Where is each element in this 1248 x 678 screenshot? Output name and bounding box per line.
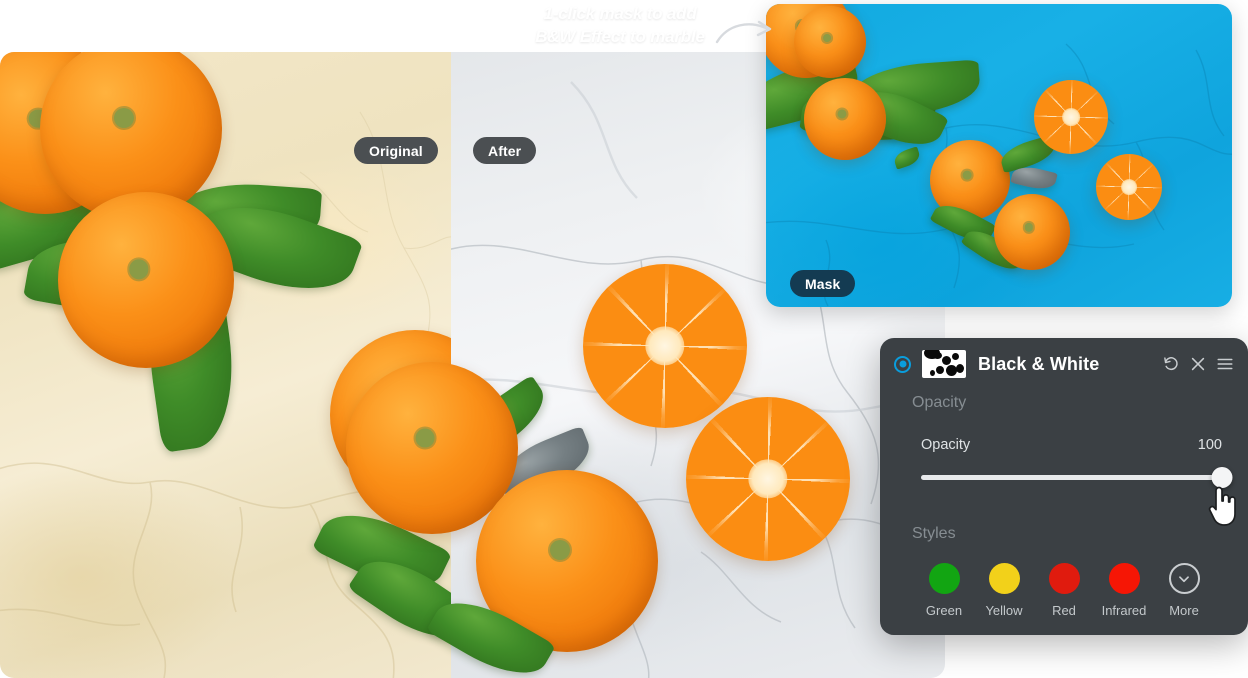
color-swatch	[1048, 563, 1080, 594]
close-icon[interactable]	[1189, 355, 1207, 373]
orange-half-cut	[583, 264, 747, 428]
orange-fruit	[994, 194, 1070, 270]
mask-badge-label: Mask	[805, 275, 841, 292]
style-option-green[interactable]: Green	[916, 563, 972, 618]
orange-fruit	[58, 192, 234, 368]
orange-half-cut	[1034, 80, 1108, 154]
chevron-down-circle-icon	[1168, 563, 1200, 594]
after-badge-label: After	[488, 142, 522, 159]
effect-panel-title: Black & White	[978, 353, 1100, 374]
styles-section-heading: Styles	[912, 525, 956, 542]
opacity-label: Opacity	[921, 437, 971, 453]
opacity-slider-fill	[921, 475, 1222, 480]
mask-badge[interactable]: Mask	[790, 270, 856, 297]
orange-fruit	[794, 6, 866, 78]
color-swatch	[928, 563, 960, 594]
effect-panel-header: Black & White	[880, 338, 1248, 390]
orange-half-cut	[686, 397, 850, 561]
black-white-mask-thumbnail[interactable]	[922, 350, 966, 378]
styles-row: Green Yellow Red Infrared More	[880, 563, 1248, 618]
reset-icon[interactable]	[1162, 355, 1180, 373]
menu-icon[interactable]	[1216, 355, 1234, 373]
color-swatch	[1108, 563, 1140, 594]
style-option-infrared[interactable]: Infrared	[1096, 563, 1152, 618]
effect-panel[interactable]: Black & White Opacity Opacity 100 Styles…	[880, 338, 1248, 635]
style-label: Red	[1052, 603, 1076, 618]
opacity-value: 100	[1197, 437, 1222, 453]
style-label: Infrared	[1101, 603, 1147, 618]
opacity-row: Opacity 100	[880, 437, 1248, 453]
style-label: Green	[925, 603, 963, 618]
style-option-yellow[interactable]: Yellow	[976, 563, 1032, 618]
original-badge[interactable]: Original	[354, 137, 438, 164]
original-badge-label: Original	[369, 142, 423, 159]
after-badge[interactable]: After	[473, 137, 537, 164]
style-label: More	[1169, 603, 1199, 618]
effect-enable-toggle[interactable]	[894, 355, 911, 373]
app-stage: Original After 1-click mask to add B&W E…	[0, 0, 1248, 678]
effect-panel-header-actions	[1162, 355, 1234, 373]
color-swatch	[988, 563, 1020, 594]
orange-fruit	[804, 78, 886, 160]
orange-half-cut	[1096, 154, 1162, 220]
opacity-section-heading: Opacity	[912, 394, 967, 411]
style-label: Yellow	[985, 603, 1023, 618]
opacity-slider[interactable]	[921, 467, 1233, 489]
curved-arrow-right-icon	[715, 20, 772, 44]
hand-pointer-cursor	[1208, 486, 1236, 526]
mask-preview-card[interactable]: Mask	[766, 4, 1232, 307]
style-option-more[interactable]: More	[1156, 563, 1212, 618]
style-option-red[interactable]: Red	[1036, 563, 1092, 618]
